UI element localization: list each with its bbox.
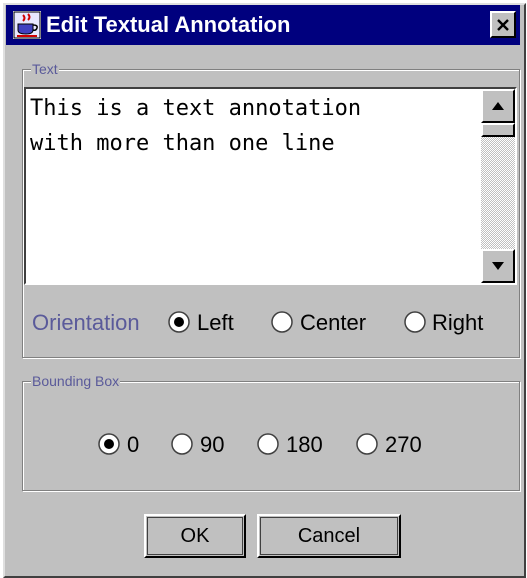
bbox-180-radio[interactable]	[257, 433, 279, 455]
bounding-box-legend: Bounding Box	[31, 373, 121, 389]
orientation-left-label[interactable]: Left	[197, 310, 234, 336]
scroll-up-button[interactable]	[481, 89, 515, 123]
annotation-text[interactable]: This is a text annotation with more than…	[30, 91, 478, 281]
bbox-0-label[interactable]: 0	[127, 432, 139, 458]
orientation-right-radio[interactable]	[404, 311, 426, 333]
cancel-button[interactable]: Cancel	[257, 514, 401, 558]
bbox-270-radio[interactable]	[356, 433, 378, 455]
window-title: Edit Textual Annotation	[46, 12, 291, 37]
close-button[interactable]	[490, 11, 516, 38]
close-icon	[497, 18, 509, 31]
bbox-90-radio[interactable]	[171, 433, 193, 455]
vertical-scrollbar[interactable]	[481, 89, 515, 283]
bbox-270-label[interactable]: 270	[385, 432, 422, 458]
orientation-left-radio[interactable]	[168, 311, 190, 333]
bbox-90-label[interactable]: 90	[200, 432, 224, 458]
scroll-thumb[interactable]	[481, 123, 515, 137]
text-area[interactable]: This is a text annotation with more than…	[24, 87, 517, 285]
orientation-center-label[interactable]: Center	[300, 310, 366, 336]
java-cup-icon	[13, 11, 41, 39]
scroll-down-button[interactable]	[481, 249, 515, 283]
arrow-up-icon	[492, 102, 504, 110]
text-group-legend: Text	[31, 61, 59, 77]
arrow-down-icon	[492, 262, 504, 270]
ok-button[interactable]: OK	[144, 514, 246, 558]
orientation-label: Orientation	[32, 310, 140, 335]
bbox-0-radio[interactable]	[98, 433, 120, 455]
bbox-180-label[interactable]: 180	[286, 432, 323, 458]
title-bar[interactable]: Edit Textual Annotation	[6, 5, 520, 45]
orientation-center-radio[interactable]	[271, 311, 293, 333]
orientation-right-label[interactable]: Right	[432, 310, 483, 336]
